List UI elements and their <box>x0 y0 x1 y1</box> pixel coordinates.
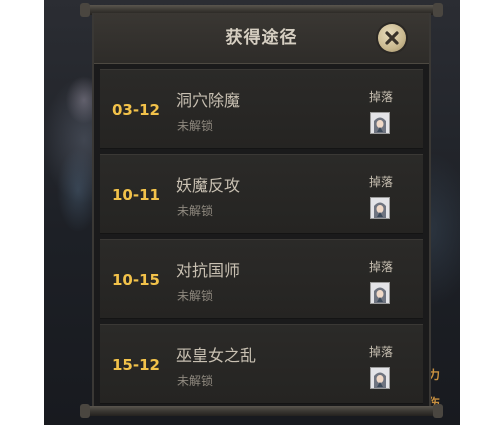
scroll-rod-bottom <box>80 404 443 418</box>
stage-name: 对抗国师 <box>176 261 241 280</box>
acquisition-routes-dialog: 获得途径 03-12 洞穴除魔 未解锁 掉落 10-11 妖魔反攻 未解锁 掉落 <box>92 13 431 408</box>
stage-name: 妖魔反攻 <box>176 176 241 195</box>
route-list: 03-12 洞穴除魔 未解锁 掉落 10-11 妖魔反攻 未解锁 掉落 10-1… <box>100 69 423 409</box>
close-button[interactable] <box>378 24 406 52</box>
drop-label: 掉落 <box>369 175 394 189</box>
stage-number: 15-12 <box>112 356 160 374</box>
stage-name: 巫皇女之乱 <box>176 346 257 365</box>
dialog-header: 获得途径 <box>94 13 429 64</box>
stage-number: 10-11 <box>112 186 160 204</box>
hero-portrait-icon <box>370 282 390 304</box>
route-row[interactable]: 10-11 妖魔反攻 未解锁 掉落 <box>100 154 423 234</box>
lock-status: 未解锁 <box>177 374 214 388</box>
lock-status: 未解锁 <box>177 204 214 218</box>
close-x-icon <box>385 31 399 45</box>
stage-name: 洞穴除魔 <box>176 91 241 110</box>
lock-status: 未解锁 <box>177 119 214 133</box>
stage-number: 10-15 <box>112 271 160 289</box>
hero-portrait-icon <box>370 112 390 134</box>
drop-label: 掉落 <box>369 345 394 359</box>
drop-label: 掉落 <box>369 90 394 104</box>
lock-status: 未解锁 <box>177 289 214 303</box>
route-row[interactable]: 10-15 对抗国师 未解锁 掉落 <box>100 239 423 319</box>
stage-number: 03-12 <box>112 101 160 119</box>
hero-portrait-icon <box>370 197 390 219</box>
route-row[interactable]: 15-12 巫皇女之乱 未解锁 掉落 <box>100 324 423 404</box>
hero-portrait-icon <box>370 367 390 389</box>
route-row[interactable]: 03-12 洞穴除魔 未解锁 掉落 <box>100 69 423 149</box>
drop-label: 掉落 <box>369 260 394 274</box>
